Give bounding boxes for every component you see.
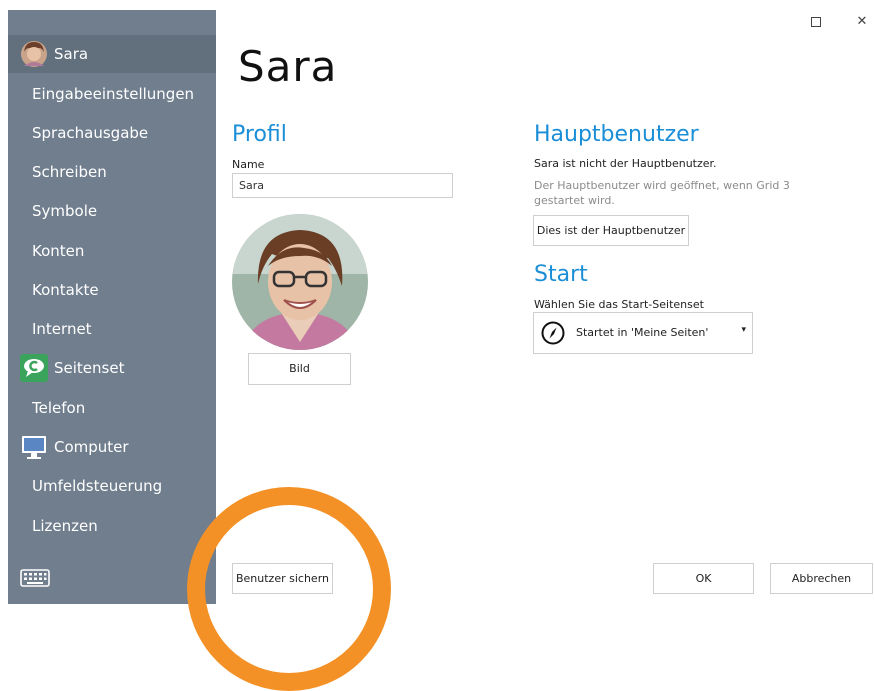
sidebar-item-label: Telefon — [32, 399, 86, 417]
profile-photo-image — [232, 214, 368, 350]
sidebar-item-label: Seitenset — [54, 359, 125, 377]
sidebar: Sara Eingabeeinstellungen Sprachausgabe … — [8, 10, 216, 604]
page-title: Sara — [238, 42, 338, 91]
sidebar-item-label: Umfeldsteuerung — [32, 477, 163, 495]
set-main-user-button[interactable]: Dies ist der Hauptbenutzer — [533, 215, 689, 246]
sidebar-item-schreiben[interactable]: Schreiben — [8, 153, 216, 191]
sidebar-item-sara[interactable]: Sara — [8, 35, 216, 73]
sidebar-item-sprachausgabe[interactable]: Sprachausgabe — [8, 114, 216, 152]
user-avatar-icon — [21, 41, 47, 67]
maximize-icon — [811, 17, 821, 27]
name-label: Name — [232, 158, 265, 171]
profile-picture — [232, 214, 368, 350]
keyboard-icon[interactable] — [20, 567, 50, 589]
speech-bubble-icon — [20, 354, 48, 382]
sidebar-item-konten[interactable]: Konten — [8, 232, 216, 270]
sidebar-item-label: Sara — [54, 45, 89, 63]
start-pageset-select[interactable]: Startet in 'Meine Seiten' ▾ — [533, 312, 753, 354]
sidebar-item-symbole[interactable]: Symbole — [8, 192, 216, 230]
sidebar-item-label: Schreiben — [32, 163, 107, 181]
sidebar-item-umfeldsteuerung[interactable]: Umfeldsteuerung — [8, 467, 216, 505]
sidebar-item-eingabeeinstellungen[interactable]: Eingabeeinstellungen — [8, 75, 216, 113]
picture-button[interactable]: Bild — [248, 353, 351, 385]
start-heading: Start — [534, 262, 588, 287]
sidebar-item-label: Kontakte — [32, 281, 99, 299]
sidebar-item-telefon[interactable]: Telefon — [8, 389, 216, 427]
sidebar-item-label: Sprachausgabe — [32, 124, 149, 142]
profile-heading: Profil — [232, 122, 287, 147]
sidebar-item-label: Konten — [32, 242, 85, 260]
sidebar-item-label: Computer — [54, 438, 129, 456]
sidebar-item-label: Symbole — [32, 202, 98, 220]
name-field[interactable] — [232, 173, 453, 198]
sidebar-item-internet[interactable]: Internet — [8, 310, 216, 348]
close-icon: ✕ — [856, 14, 868, 29]
main-user-heading: Hauptbenutzer — [534, 122, 699, 147]
backup-user-button[interactable]: Benutzer sichern — [232, 563, 333, 594]
sidebar-item-label: Eingabeeinstellungen — [32, 85, 195, 103]
close-button[interactable]: ✕ — [852, 12, 872, 32]
sidebar-item-lizenzen[interactable]: Lizenzen — [8, 507, 216, 545]
start-pageset-value: Startet in 'Meine Seiten' — [576, 326, 709, 339]
sidebar-item-kontakte[interactable]: Kontakte — [8, 271, 216, 309]
start-label: Wählen Sie das Start-Seitenset — [534, 298, 704, 311]
chevron-down-icon: ▾ — [741, 325, 746, 335]
maximize-button[interactable] — [806, 12, 826, 32]
ok-button[interactable]: OK — [653, 563, 754, 594]
compass-icon — [541, 321, 565, 345]
sidebar-item-label: Lizenzen — [32, 517, 98, 535]
cancel-button[interactable]: Abbrechen — [770, 563, 873, 594]
sidebar-item-label: Internet — [32, 320, 92, 338]
sidebar-item-seitenset[interactable]: Seitenset — [8, 349, 216, 387]
sidebar-item-computer[interactable]: Computer — [8, 428, 216, 466]
main-user-hint: Der Hauptbenutzer wird geöffnet, wenn Gr… — [534, 179, 790, 207]
main-user-status: Sara ist nicht der Hauptbenutzer. — [534, 157, 717, 170]
monitor-icon — [22, 436, 46, 459]
